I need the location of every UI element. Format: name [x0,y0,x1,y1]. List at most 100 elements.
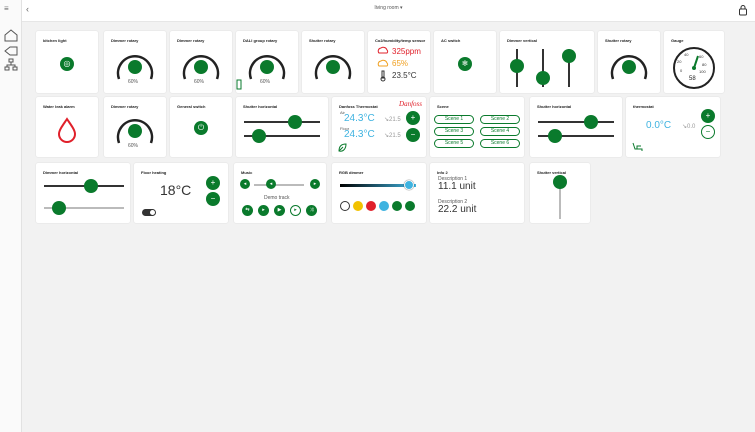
increase-button[interactable]: + [701,109,715,123]
danfoss-logo: Danfoss [399,100,422,108]
slider-handle[interactable] [548,129,562,143]
floor-temp: 24.3°C [344,129,375,140]
card-shutter-horizontal-2[interactable]: Shutter horizontal [530,97,622,157]
card-dimmer-vertical[interactable]: Dimmer vertical [500,31,594,93]
play-icon[interactable]: ▶ [274,205,285,216]
card-title: Dimmer vertical [507,38,538,43]
thermostat-temp: 0.0°C [646,120,672,131]
dimmer-percent: 60% [128,143,139,149]
decrease-button[interactable]: − [406,128,420,142]
card-scene[interactable]: Scene Scene 1 Scene 2 Scene 3 Scene 4 Sc… [430,97,524,157]
card-dimmer-rotary-3[interactable]: Dimmer rotary 60% [104,97,166,157]
gauge-dial [673,47,715,89]
card-title: AC switch [441,38,461,43]
volume-up-icon[interactable]: ▸ [310,179,320,189]
volume-handle[interactable]: ◂ [266,179,276,189]
color-swatch[interactable] [392,201,402,211]
card-dimmer-horizontal[interactable]: Dimmer horizontal [36,163,130,223]
scene-button-3[interactable]: Scene 3 [434,127,474,136]
lock-icon[interactable] [737,4,749,16]
menu-icon[interactable]: ≡ [4,4,9,14]
slider-track[interactable] [538,121,614,123]
shutter-arc[interactable] [607,45,651,85]
scene-button-5[interactable]: Scene 5 [434,139,474,148]
card-shutter-rotary-2[interactable]: Shutter rotary [598,31,660,93]
card-gauge: Gauge 40 20 60 80 0 100 58 [664,31,724,93]
card-shutter-rotary[interactable]: Shutter rotary [302,31,364,93]
dali-icon [236,79,242,90]
card-title: Music [241,170,253,175]
card-title: kitchen light [43,38,67,43]
dimmer-percent: 60% [128,79,139,85]
scene-button-2[interactable]: Scene 2 [480,115,520,124]
slider-handle[interactable] [584,115,598,129]
decrease-button[interactable]: − [206,192,220,206]
track-name: Demo track [264,195,290,201]
snowflake-icon[interactable]: ❄ [458,57,472,71]
card-water-leak: Water leak alarm [36,97,98,157]
slider-handle[interactable] [288,115,302,129]
rgb-handle[interactable] [404,180,414,190]
slider-handle[interactable] [52,201,66,215]
previous-icon[interactable]: ▸ [258,205,269,216]
chair-icon [632,142,643,151]
decrease-button[interactable]: − [701,125,715,139]
card-title: Scene [437,104,449,109]
card-title: Dimmer horizontal [43,170,79,175]
power-icon[interactable]: ⏻ [194,121,208,135]
card-shutter-vertical[interactable]: Shutter vertical [530,163,590,223]
card-floor-heating[interactable]: Floor heating 18°C + − [134,163,228,223]
card-danfoss-thermostat[interactable]: Danfoss Thermostat Danfoss Air 24.3°C ↘2… [332,97,426,157]
card-ac-switch[interactable]: AC switch ❄ [434,31,496,93]
thermostat-setpoint: ↘0.0 [682,124,696,130]
home-icon[interactable] [3,28,19,42]
card-title: Dimmer rotary [111,38,139,43]
shuffle-icon[interactable]: ⤨ [306,205,317,216]
card-shutter-horizontal[interactable]: Shutter horizontal [236,97,328,157]
slider-handle[interactable] [252,129,266,143]
color-swatch[interactable] [353,201,363,211]
scene-button-6[interactable]: Scene 6 [480,139,520,148]
toggle-switch[interactable] [142,209,156,216]
leaf-icon [338,143,347,152]
scene-button-1[interactable]: Scene 1 [434,115,474,124]
shutter-arc[interactable] [311,45,355,85]
slider-handle[interactable] [553,175,567,189]
card-thermostat[interactable]: thermostat 0.0°C ↘0.0 + − [626,97,720,157]
card-rgb-dimmer[interactable]: RGB dimmer [332,163,426,223]
card-dali-group[interactable]: DALI group rotary 60% [236,31,298,93]
next-icon[interactable]: ▸ [290,205,301,216]
card-general-switch[interactable]: General switch ⏻ [170,97,232,157]
card-title: Danfoss Thermostat [339,104,378,109]
increase-button[interactable]: + [206,176,220,190]
color-swatch[interactable] [340,201,350,211]
increase-button[interactable]: + [406,111,420,125]
card-info: Info 2 Description 1 11.1 unit Descripti… [430,163,524,223]
volume-track[interactable] [254,184,304,186]
slider-handle[interactable] [536,71,550,85]
color-swatch[interactable] [366,201,376,211]
card-title: thermostat [633,104,654,109]
repeat-icon[interactable]: ⇆ [242,205,253,216]
card-kitchen-light[interactable]: kitchen light ◎ [36,31,98,93]
top-bar: ≡ ‹ living room ▾ [4,0,755,22]
color-swatch[interactable] [405,201,415,211]
water-drop-icon [57,117,77,143]
color-swatch[interactable] [379,201,389,211]
room-selector[interactable]: living room ▾ [22,5,755,11]
slider-handle[interactable] [510,59,524,73]
volume-down-icon[interactable]: ◂ [240,179,250,189]
card-music[interactable]: Music ◂ ◂ ▸ Demo track ⇆ ▸ ▶ ▸ ⤨ [234,163,326,223]
lightbulb-icon[interactable]: ◎ [60,57,74,71]
card-dimmer-rotary-2[interactable]: Dimmer rotary 60% [170,31,232,93]
slider-track[interactable] [244,121,320,123]
temp-value: 23.5°C [392,71,417,80]
tag-icon[interactable] [3,44,19,58]
scene-button-4[interactable]: Scene 4 [480,127,520,136]
co2-value: 325ppm [392,47,421,56]
floor-temp: 18°C [160,182,192,198]
hierarchy-icon[interactable] [3,58,19,72]
slider-handle[interactable] [562,49,576,63]
slider-handle[interactable] [84,179,98,193]
card-dimmer-rotary[interactable]: Dimmer rotary 60% [104,31,166,93]
